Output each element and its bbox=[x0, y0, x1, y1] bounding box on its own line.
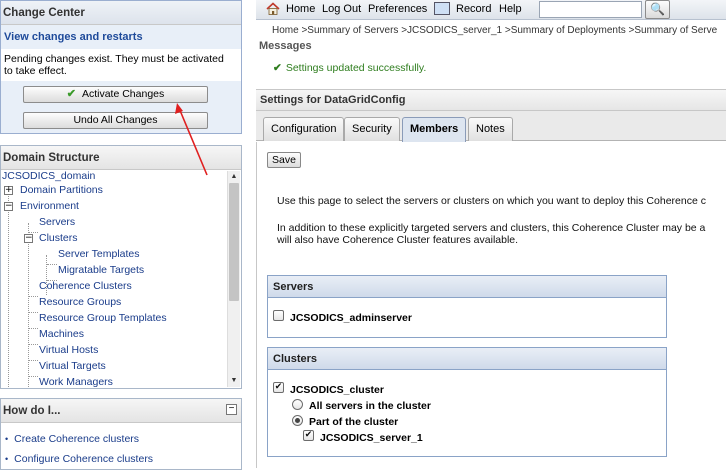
part-of-cluster-label: Part of the cluster bbox=[309, 416, 399, 428]
pending-changes-message: Pending changes exist. They must be acti… bbox=[1, 49, 241, 81]
tree-line bbox=[28, 223, 29, 387]
tree-line bbox=[29, 312, 38, 313]
tree-line bbox=[29, 296, 38, 297]
tree-line bbox=[29, 376, 38, 377]
logout-link[interactable]: Log Out bbox=[322, 0, 361, 20]
tree-item-machines[interactable]: Machines bbox=[39, 326, 84, 342]
tree-item-virtual-targets[interactable]: Virtual Targets bbox=[39, 358, 106, 374]
tree-item-servers[interactable]: Servers bbox=[39, 214, 75, 230]
preferences-link[interactable]: Preferences bbox=[368, 0, 427, 20]
cluster-checkbox[interactable]: ✔ bbox=[273, 382, 284, 393]
scroll-down-icon[interactable]: ▼ bbox=[228, 375, 240, 387]
servers-section: Servers bbox=[267, 275, 667, 338]
pending-msg-line-1: Pending changes exist. They must be acti… bbox=[4, 53, 224, 65]
scrollbar-thumb[interactable] bbox=[229, 183, 239, 301]
server-adminserver-label: JCSODICS_adminserver bbox=[290, 312, 412, 324]
scroll-up-icon[interactable]: ▲ bbox=[228, 171, 240, 183]
tree-item-server-templates[interactable]: Server Templates bbox=[58, 246, 140, 262]
tree-item-environment[interactable]: Environment bbox=[20, 198, 79, 214]
checkmark-icon: ✔ bbox=[66, 88, 76, 100]
all-servers-label: All servers in the cluster bbox=[309, 400, 431, 412]
home-link[interactable]: Home bbox=[286, 0, 315, 20]
servers-header: Servers bbox=[268, 276, 666, 298]
how-do-i-title: How do I... bbox=[1, 399, 241, 423]
tree-line bbox=[29, 328, 38, 329]
tree-line bbox=[29, 344, 38, 345]
tree-item-virtual-hosts[interactable]: Virtual Hosts bbox=[39, 342, 98, 358]
record-link[interactable]: Record bbox=[456, 0, 491, 20]
tab-notes[interactable]: Notes bbox=[468, 117, 513, 141]
tree-item-work-managers[interactable]: Work Managers bbox=[39, 374, 113, 387]
howto-create-coherence-clusters-link[interactable]: Create Coherence clusters bbox=[5, 433, 139, 445]
change-center-title: Change Center bbox=[1, 1, 241, 25]
domain-tree: JCSODICS_domain + Domain Partitions − En… bbox=[1, 171, 227, 387]
annotation-arrow-icon bbox=[175, 103, 208, 176]
all-servers-radio[interactable] bbox=[292, 399, 303, 410]
view-changes-link[interactable]: View changes and restarts bbox=[4, 31, 143, 43]
pending-msg-line-2: to take effect. bbox=[4, 65, 67, 77]
tree-item-domain-partitions[interactable]: Domain Partitions bbox=[20, 182, 103, 198]
collapse-panel-icon[interactable]: − bbox=[226, 404, 237, 415]
members-description-3: will also have Coherence Cluster feature… bbox=[277, 234, 519, 246]
search-input[interactable] bbox=[539, 1, 642, 18]
settings-title: Settings for DataGridConfig bbox=[256, 89, 726, 111]
breadcrumb[interactable]: Home >Summary of Servers >JCSODICS_serve… bbox=[272, 25, 717, 36]
member-server-label: JCSODICS_server_1 bbox=[320, 432, 423, 444]
top-toolbar: Home Log Out Preferences Record Help 🔍 bbox=[256, 0, 726, 20]
search-button[interactable]: 🔍 bbox=[645, 0, 670, 19]
tree-item-clusters[interactable]: Clusters bbox=[39, 230, 78, 246]
home-icon[interactable] bbox=[266, 2, 280, 16]
members-description-2: In addition to these explicitly targeted… bbox=[277, 222, 706, 234]
record-icon[interactable] bbox=[434, 2, 450, 15]
expand-plus-icon[interactable]: + bbox=[4, 186, 13, 195]
member-server-checkbox[interactable]: ✔ bbox=[303, 430, 314, 441]
search-icon: 🔍 bbox=[650, 2, 665, 16]
server-adminserver-checkbox[interactable] bbox=[273, 310, 284, 321]
settings-tabs: Configuration Security Members Notes bbox=[256, 111, 726, 142]
collapse-minus-icon[interactable]: − bbox=[24, 234, 33, 243]
help-link[interactable]: Help bbox=[499, 0, 522, 20]
checkmark-icon: ✔ bbox=[273, 62, 282, 74]
messages-title: Messages bbox=[259, 40, 312, 52]
tree-item-migratable-targets[interactable]: Migratable Targets bbox=[58, 262, 144, 278]
cluster-label: JCSODICS_cluster bbox=[290, 384, 384, 396]
tree-item-resource-group-templates[interactable]: Resource Group Templates bbox=[39, 310, 167, 326]
tab-configuration[interactable]: Configuration bbox=[263, 117, 345, 141]
tree-scrollbar[interactable]: ▲ ▼ bbox=[227, 171, 240, 387]
tree-line bbox=[8, 191, 9, 387]
tree-line bbox=[29, 360, 38, 361]
success-text: Settings updated successfully. bbox=[285, 62, 427, 74]
members-description: Use this page to select the servers or c… bbox=[277, 195, 706, 207]
success-message: ✔ Settings updated successfully. bbox=[273, 62, 426, 74]
how-do-i-panel: How do I... − Create Coherence clusters … bbox=[0, 398, 242, 470]
clusters-header: Clusters bbox=[268, 348, 666, 370]
domain-structure-panel: Domain Structure JCSODICS_domain + Domai… bbox=[0, 145, 242, 389]
tree-item-coherence-clusters[interactable]: Coherence Clusters bbox=[39, 278, 132, 294]
save-button[interactable]: Save bbox=[267, 152, 301, 168]
howto-configure-coherence-clusters-link[interactable]: Configure Coherence clusters bbox=[5, 453, 153, 465]
tab-security[interactable]: Security bbox=[344, 117, 400, 141]
collapse-minus-icon[interactable]: − bbox=[4, 202, 13, 211]
tree-line bbox=[47, 264, 57, 265]
activate-changes-label: Activate Changes bbox=[81, 88, 165, 100]
tab-members[interactable]: Members bbox=[402, 117, 467, 142]
tree-item-resource-groups[interactable]: Resource Groups bbox=[39, 294, 121, 310]
part-of-cluster-radio[interactable] bbox=[292, 415, 303, 426]
